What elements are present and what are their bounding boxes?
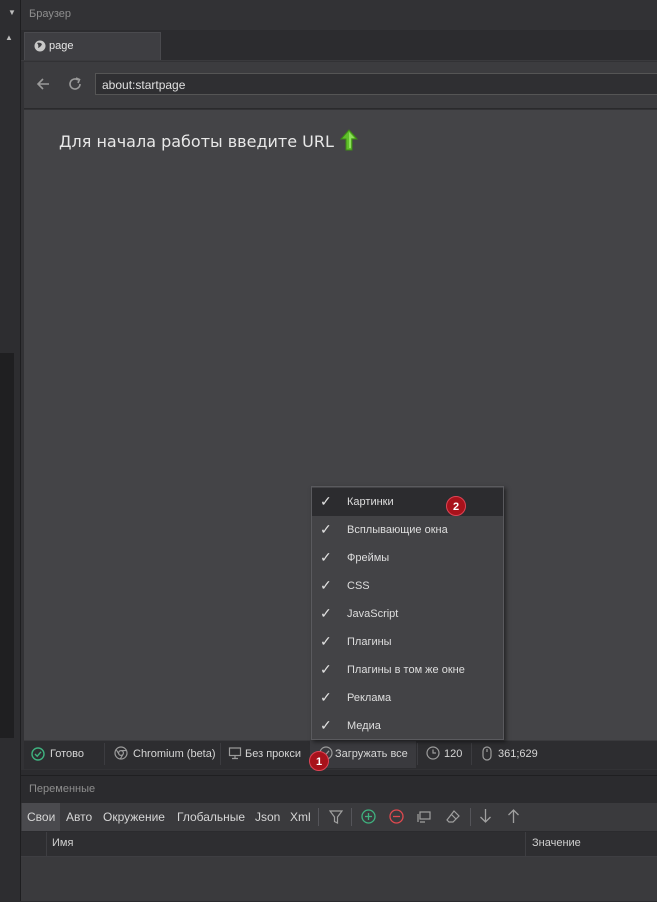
check-icon: ✓ bbox=[320, 661, 332, 677]
reload-icon[interactable] bbox=[67, 76, 83, 92]
check-icon: ✓ bbox=[320, 577, 332, 593]
eraser-icon[interactable] bbox=[445, 809, 461, 824]
remove-icon[interactable] bbox=[389, 809, 404, 824]
column-divider[interactable] bbox=[46, 832, 47, 856]
status-separator bbox=[220, 743, 221, 765]
mouse-icon bbox=[482, 746, 492, 761]
toolbar-separator bbox=[470, 808, 471, 826]
move-up-icon[interactable] bbox=[507, 808, 520, 824]
status-separator bbox=[104, 743, 105, 765]
status-separator bbox=[471, 743, 472, 765]
left-side-strip: ▼ ▲ bbox=[0, 0, 21, 901]
variables-panel-title: Переменные bbox=[29, 783, 96, 795]
menu-item-label: CSS bbox=[347, 580, 370, 592]
menu-item-label: Медиа bbox=[347, 720, 381, 732]
check-icon: ✓ bbox=[320, 717, 332, 733]
ready-check-icon bbox=[31, 747, 45, 761]
side-scroll-area bbox=[0, 353, 14, 738]
tab-global[interactable]: Глобальные bbox=[177, 810, 245, 824]
tab-page[interactable]: page bbox=[24, 32, 161, 60]
status-timeout[interactable]: 120 bbox=[444, 748, 462, 760]
menu-item-label: Реклама bbox=[347, 692, 392, 704]
toolbar-separator bbox=[318, 808, 319, 826]
menu-item-css[interactable]: ✓ CSS bbox=[312, 572, 503, 600]
browser-panel-title: Браузер bbox=[29, 8, 71, 20]
menu-item-label: Плагины в том же окне bbox=[347, 664, 465, 676]
check-icon: ✓ bbox=[320, 689, 332, 705]
tab-label: page bbox=[49, 40, 74, 52]
status-coordinates: 361;629 bbox=[498, 748, 538, 760]
address-input[interactable]: about:startpage bbox=[95, 73, 657, 95]
variables-table-body bbox=[21, 857, 657, 901]
menu-item-ads[interactable]: ✓ Реклама bbox=[312, 684, 503, 712]
check-icon: ✓ bbox=[320, 521, 332, 537]
column-header-name[interactable]: Имя bbox=[52, 837, 73, 849]
check-icon: ✓ bbox=[320, 549, 332, 565]
move-down-icon[interactable] bbox=[479, 808, 492, 824]
column-divider[interactable] bbox=[525, 832, 526, 856]
menu-item-label: JavaScript bbox=[347, 608, 399, 620]
status-load-all[interactable]: Загружать все bbox=[335, 748, 408, 760]
toolbar-separator bbox=[351, 808, 352, 826]
globe-icon bbox=[34, 40, 46, 52]
menu-item-popups[interactable]: ✓ Всплывающие окна bbox=[312, 516, 503, 544]
tab-auto[interactable]: Авто bbox=[66, 810, 92, 824]
menu-item-label: Картинки bbox=[347, 496, 394, 508]
menu-item-label: Всплывающие окна bbox=[347, 524, 448, 536]
column-header-value[interactable]: Значение bbox=[532, 837, 581, 849]
menu-item-javascript[interactable]: ✓ JavaScript bbox=[312, 600, 503, 628]
chromium-icon bbox=[114, 746, 128, 760]
status-separator bbox=[417, 743, 418, 765]
tab-json[interactable]: Json bbox=[255, 810, 280, 824]
monitor-icon bbox=[228, 747, 242, 760]
annotation-badge-2: 2 bbox=[446, 496, 466, 516]
add-icon[interactable] bbox=[361, 809, 376, 824]
menu-item-plugins[interactable]: ✓ Плагины bbox=[312, 628, 503, 656]
chevron-down-icon[interactable]: ▼ bbox=[8, 8, 16, 17]
menu-item-label: Фреймы bbox=[347, 552, 390, 564]
menu-item-media[interactable]: ✓ Медиа bbox=[312, 712, 503, 740]
status-engine[interactable]: Chromium (beta) bbox=[133, 748, 216, 760]
start-message: Для начала работы введите URL bbox=[59, 132, 334, 151]
edit-frame-icon[interactable] bbox=[417, 809, 432, 824]
check-icon: ✓ bbox=[320, 493, 332, 509]
check-icon: ✓ bbox=[320, 633, 332, 649]
tab-xml[interactable]: Xml bbox=[290, 810, 311, 824]
status-proxy[interactable]: Без прокси bbox=[245, 748, 301, 760]
check-icon: ✓ bbox=[320, 605, 332, 621]
menu-item-frames[interactable]: ✓ Фреймы bbox=[312, 544, 503, 572]
menu-item-label: Плагины bbox=[347, 636, 392, 648]
up-arrow-icon bbox=[340, 129, 358, 151]
menu-item-images[interactable]: ✓ Картинки bbox=[312, 488, 503, 516]
tab-own[interactable]: Свои bbox=[27, 810, 55, 824]
chevron-up-icon[interactable]: ▲ bbox=[5, 33, 13, 42]
menu-item-plugins-same-window[interactable]: ✓ Плагины в том же окне bbox=[312, 656, 503, 684]
tab-environment[interactable]: Окружение bbox=[103, 810, 165, 824]
load-options-dropdown: ✓ Картинки ✓ Всплывающие окна ✓ Фреймы ✓… bbox=[311, 486, 504, 740]
annotation-badge-1: 1 bbox=[309, 751, 329, 771]
clock-icon bbox=[426, 746, 440, 760]
status-ready: Готово bbox=[50, 748, 84, 760]
back-arrow-icon[interactable] bbox=[35, 76, 51, 92]
filter-icon[interactable] bbox=[329, 809, 343, 825]
